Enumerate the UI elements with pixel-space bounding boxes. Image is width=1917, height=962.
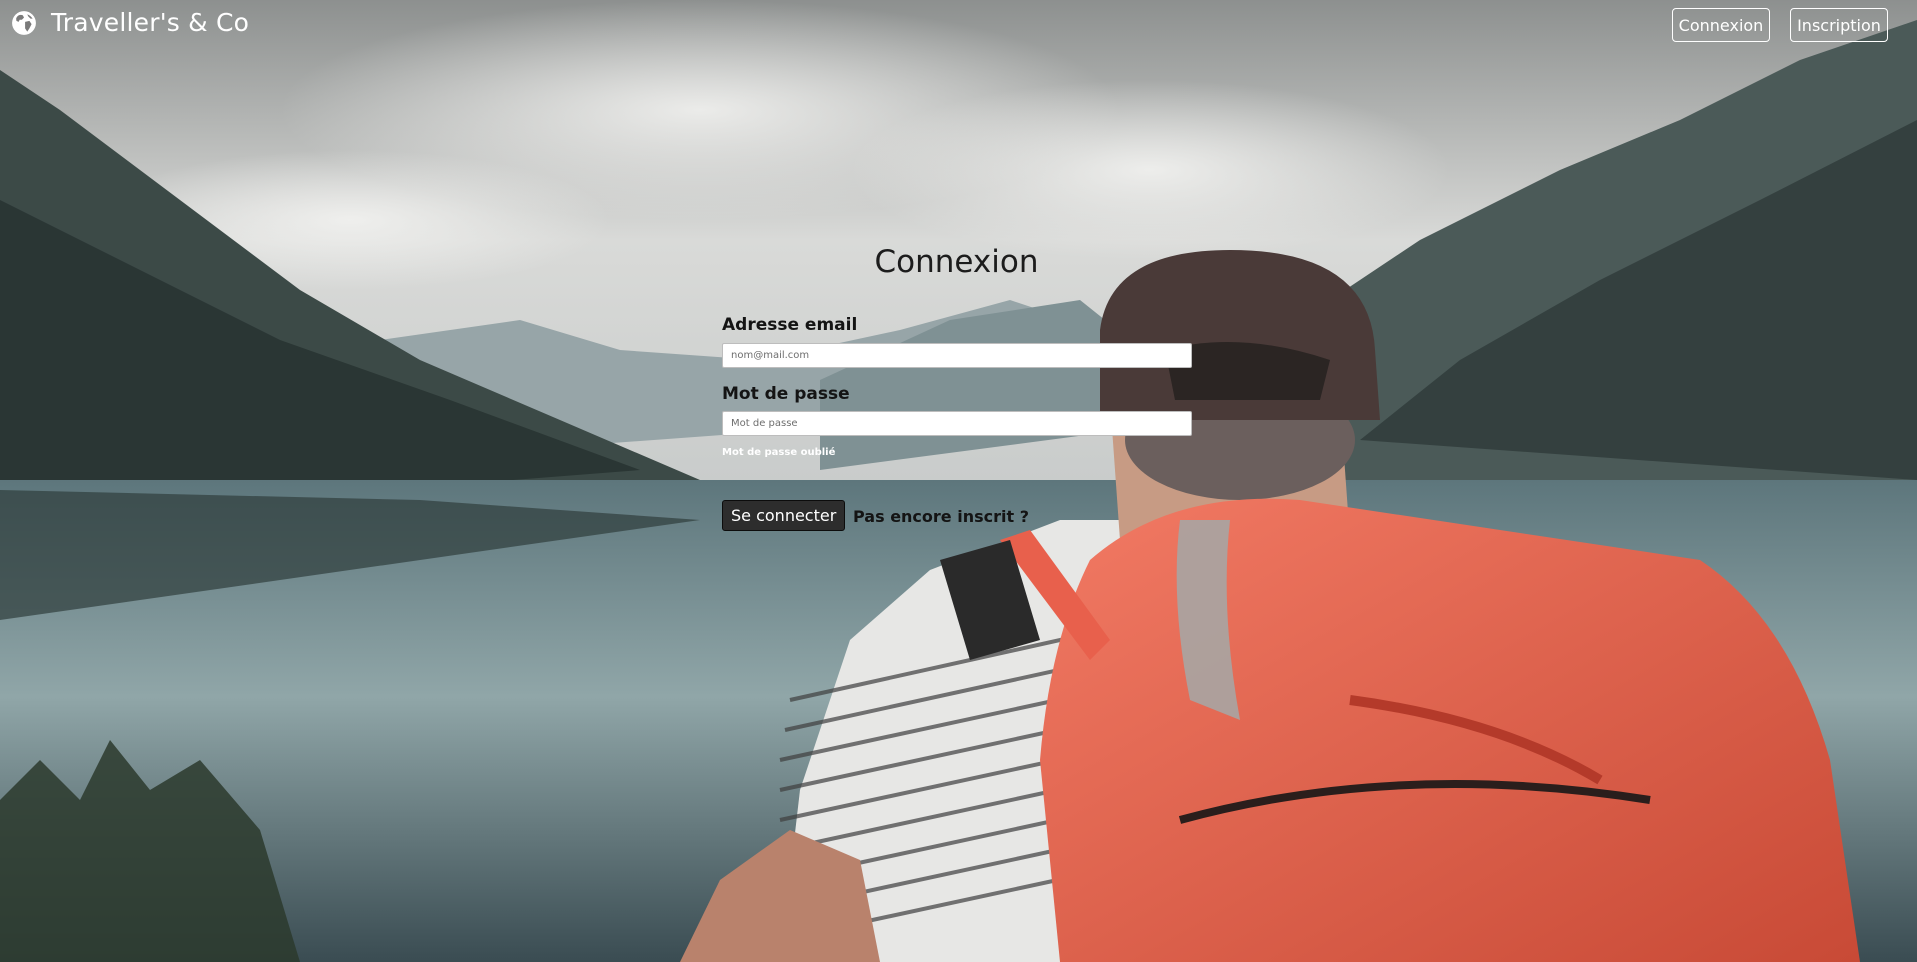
email-label: Adresse email xyxy=(722,315,858,335)
brand-name: Traveller's & Co xyxy=(51,8,250,37)
globe-icon xyxy=(12,10,36,35)
login-submit-button[interactable]: Se connecter xyxy=(722,500,846,531)
register-link[interactable]: Pas encore inscrit ? xyxy=(853,507,1029,526)
login-page: Traveller's & Co Connexion Inscription C… xyxy=(0,0,1917,962)
password-input[interactable] xyxy=(722,411,1192,436)
background-photo xyxy=(0,0,1917,962)
forgot-password-link[interactable]: Mot de passe oublié xyxy=(722,447,835,458)
password-label: Mot de passe xyxy=(722,384,850,404)
header-login-button[interactable]: Connexion xyxy=(1672,8,1770,42)
page-title: Connexion xyxy=(874,244,1039,280)
header-register-button[interactable]: Inscription xyxy=(1790,8,1888,42)
email-input[interactable] xyxy=(722,343,1192,368)
brand-logo[interactable]: Traveller's & Co xyxy=(11,8,249,37)
